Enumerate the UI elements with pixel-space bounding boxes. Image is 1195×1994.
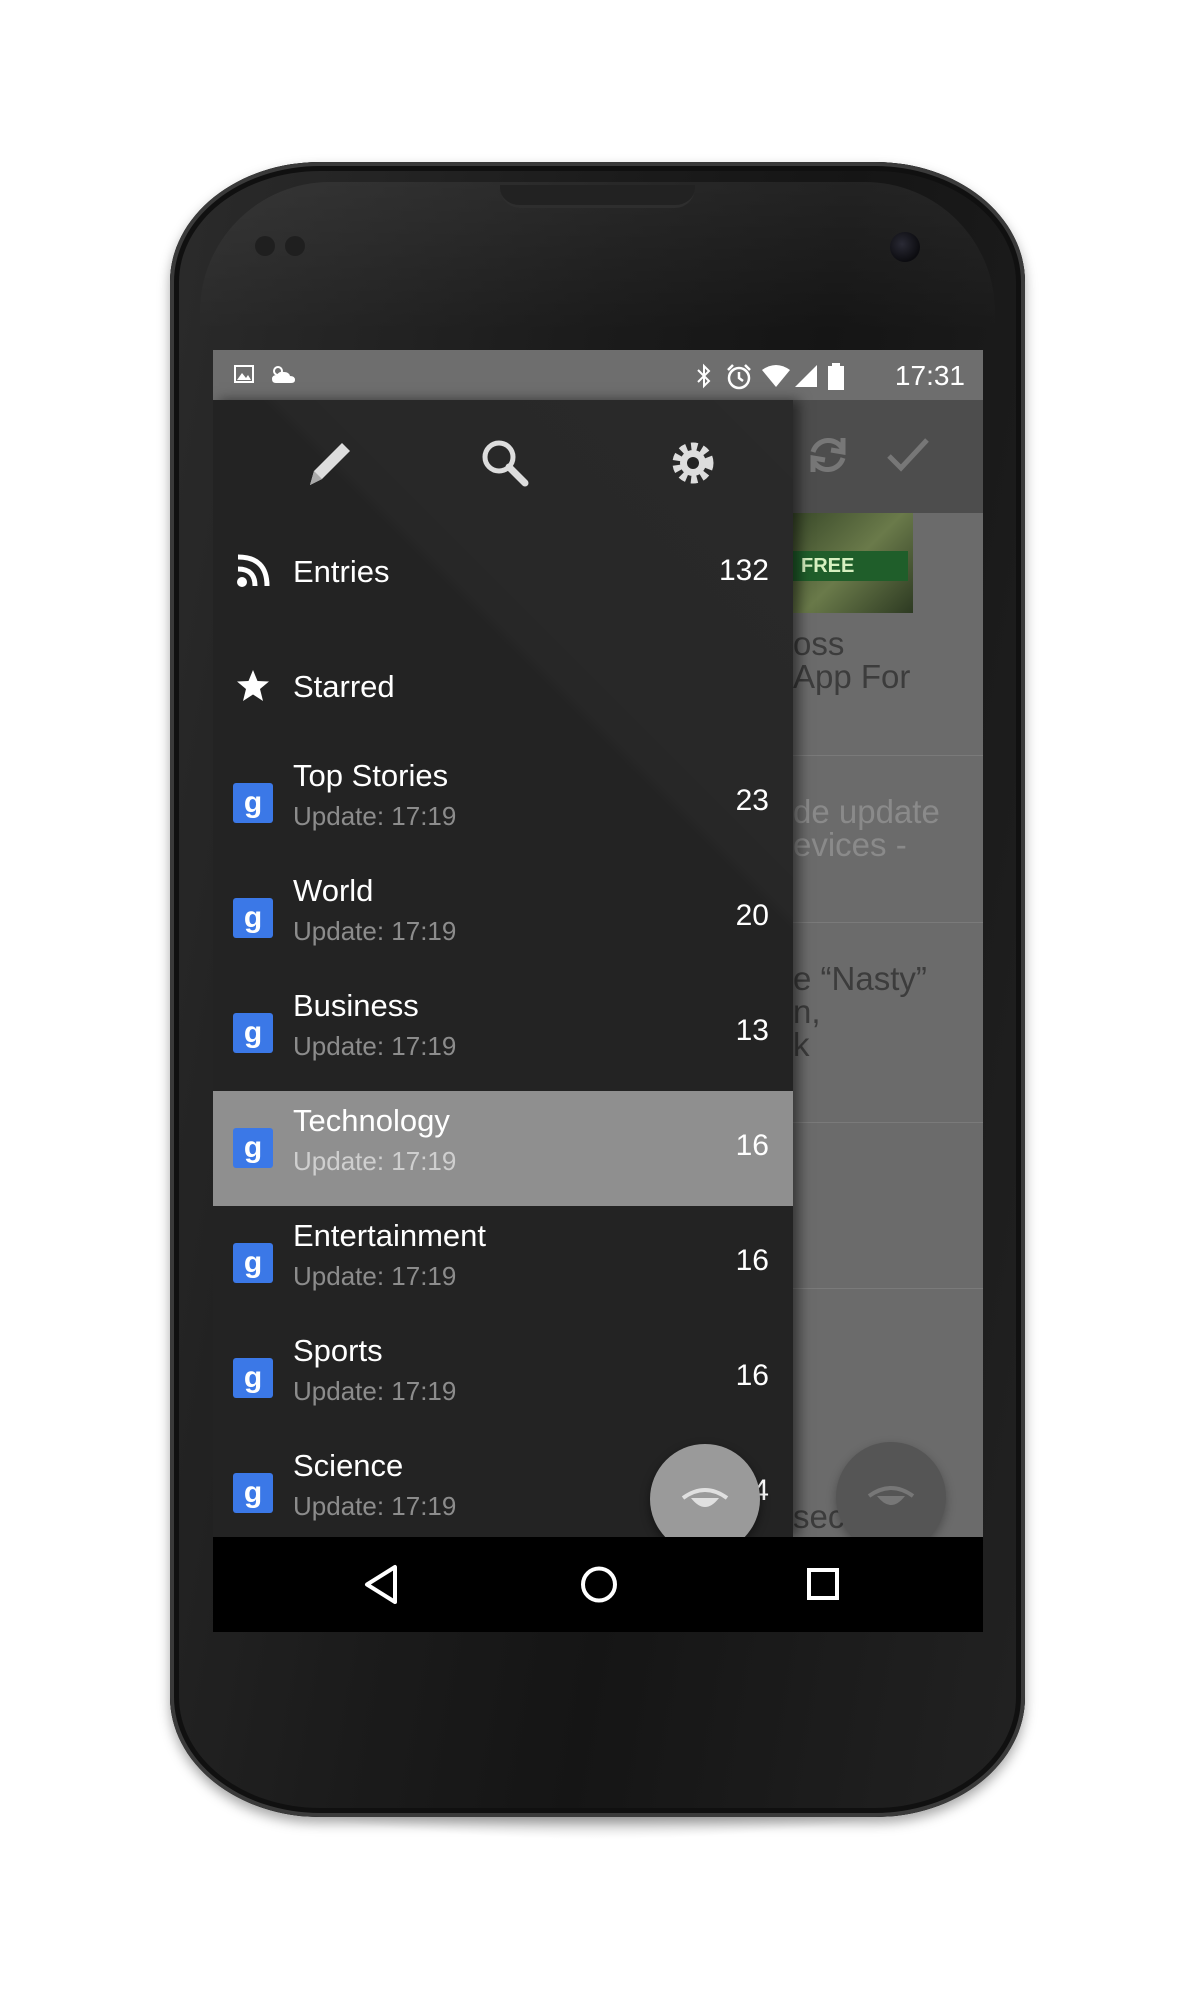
item-update-time: Update: 17:19 bbox=[293, 1261, 457, 1291]
google-news-icon: g bbox=[233, 1013, 273, 1053]
item-title: Sports bbox=[293, 1333, 383, 1368]
signal-icon bbox=[793, 363, 819, 394]
item-title: Entries bbox=[293, 554, 390, 589]
item-title: Starred bbox=[293, 669, 395, 704]
drawer-item-entries[interactable]: Entries 132 bbox=[213, 516, 793, 631]
background-mark-read-fab[interactable] bbox=[836, 1442, 946, 1552]
settings-icon[interactable] bbox=[663, 433, 723, 493]
navigation-drawer: Entries 132 Starred g Top Stories Update… bbox=[213, 400, 793, 1537]
item-title: Science bbox=[293, 1448, 404, 1483]
item-update-time: Update: 17:19 bbox=[293, 1031, 457, 1061]
screen: 17:31 FREE oss App For de update evices … bbox=[213, 350, 983, 1632]
proximity-sensor bbox=[255, 236, 275, 256]
rss-icon bbox=[233, 553, 273, 593]
entry-thumbnail: FREE bbox=[793, 513, 913, 613]
entry-divider bbox=[793, 1122, 983, 1123]
background-toolbar bbox=[793, 400, 983, 513]
item-count: 16 bbox=[735, 1129, 769, 1162]
google-news-icon: g bbox=[233, 1473, 273, 1513]
item-count: 23 bbox=[735, 784, 769, 817]
item-count: 16 bbox=[735, 1359, 769, 1392]
item-title: Technology bbox=[293, 1103, 450, 1138]
google-news-icon: g bbox=[233, 1128, 273, 1168]
wifi-icon bbox=[761, 363, 791, 394]
item-update-time: Update: 17:19 bbox=[293, 1376, 457, 1406]
drawer-item-sports[interactable]: g Sports Update: 17:19 16 bbox=[213, 1321, 793, 1436]
item-update-time: Update: 17:19 bbox=[293, 801, 457, 831]
star-icon bbox=[233, 668, 273, 708]
item-title: World bbox=[293, 873, 374, 908]
entry-text-fragment: k bbox=[793, 1026, 810, 1063]
drawer-item-business[interactable]: g Business Update: 17:19 13 bbox=[213, 976, 793, 1091]
system-navigation-bar bbox=[213, 1537, 983, 1632]
background-entry-list: FREE oss App For de update evices - e “N… bbox=[793, 400, 983, 1552]
google-news-icon: g bbox=[233, 1358, 273, 1398]
light-sensor bbox=[285, 236, 305, 256]
weather-icon bbox=[268, 363, 298, 390]
entry-divider bbox=[793, 755, 983, 756]
item-update-time: Update: 17:19 bbox=[293, 1146, 457, 1176]
item-count: 13 bbox=[735, 1014, 769, 1047]
alarm-icon bbox=[725, 363, 753, 396]
home-icon[interactable] bbox=[569, 1557, 629, 1612]
item-title: Business bbox=[293, 988, 419, 1023]
front-camera bbox=[890, 232, 920, 262]
eye-icon bbox=[681, 1477, 729, 1521]
drawer-item-top-stories[interactable]: g Top Stories Update: 17:19 23 bbox=[213, 746, 793, 861]
entry-text-fragment: App For bbox=[793, 658, 911, 695]
google-news-icon: g bbox=[233, 898, 273, 938]
item-update-time: Update: 17:19 bbox=[293, 916, 457, 946]
google-news-icon: g bbox=[233, 783, 273, 823]
entry-divider bbox=[793, 1288, 983, 1289]
google-news-icon: g bbox=[233, 1243, 273, 1283]
recent-apps-icon[interactable] bbox=[793, 1557, 853, 1612]
battery-icon bbox=[827, 363, 845, 396]
item-title: Top Stories bbox=[293, 758, 449, 793]
refresh-icon[interactable] bbox=[803, 430, 853, 492]
entry-divider bbox=[793, 922, 983, 923]
image-icon bbox=[233, 363, 255, 390]
check-icon[interactable] bbox=[883, 430, 933, 492]
bluetooth-icon bbox=[695, 363, 713, 394]
item-count: 20 bbox=[735, 899, 769, 932]
thumbnail-badge: FREE bbox=[793, 551, 908, 581]
item-update-time: Update: 17:19 bbox=[293, 1491, 457, 1521]
item-count: 16 bbox=[735, 1244, 769, 1277]
item-count: 132 bbox=[718, 554, 769, 587]
item-title: Entertainment bbox=[293, 1218, 486, 1253]
drawer-item-starred[interactable]: Starred bbox=[213, 631, 793, 746]
status-bar: 17:31 bbox=[213, 350, 983, 400]
earpiece-speaker bbox=[500, 185, 695, 208]
entry-text-fragment: evices - bbox=[793, 826, 907, 863]
search-icon[interactable] bbox=[475, 433, 535, 493]
status-time: 17:31 bbox=[894, 360, 965, 391]
drawer-item-world[interactable]: g World Update: 17:19 20 bbox=[213, 861, 793, 976]
back-icon[interactable] bbox=[353, 1557, 413, 1612]
drawer-item-technology[interactable]: g Technology Update: 17:19 16 bbox=[213, 1091, 793, 1206]
drawer-item-entertainment[interactable]: g Entertainment Update: 17:19 16 bbox=[213, 1206, 793, 1321]
edit-icon[interactable] bbox=[298, 433, 358, 493]
